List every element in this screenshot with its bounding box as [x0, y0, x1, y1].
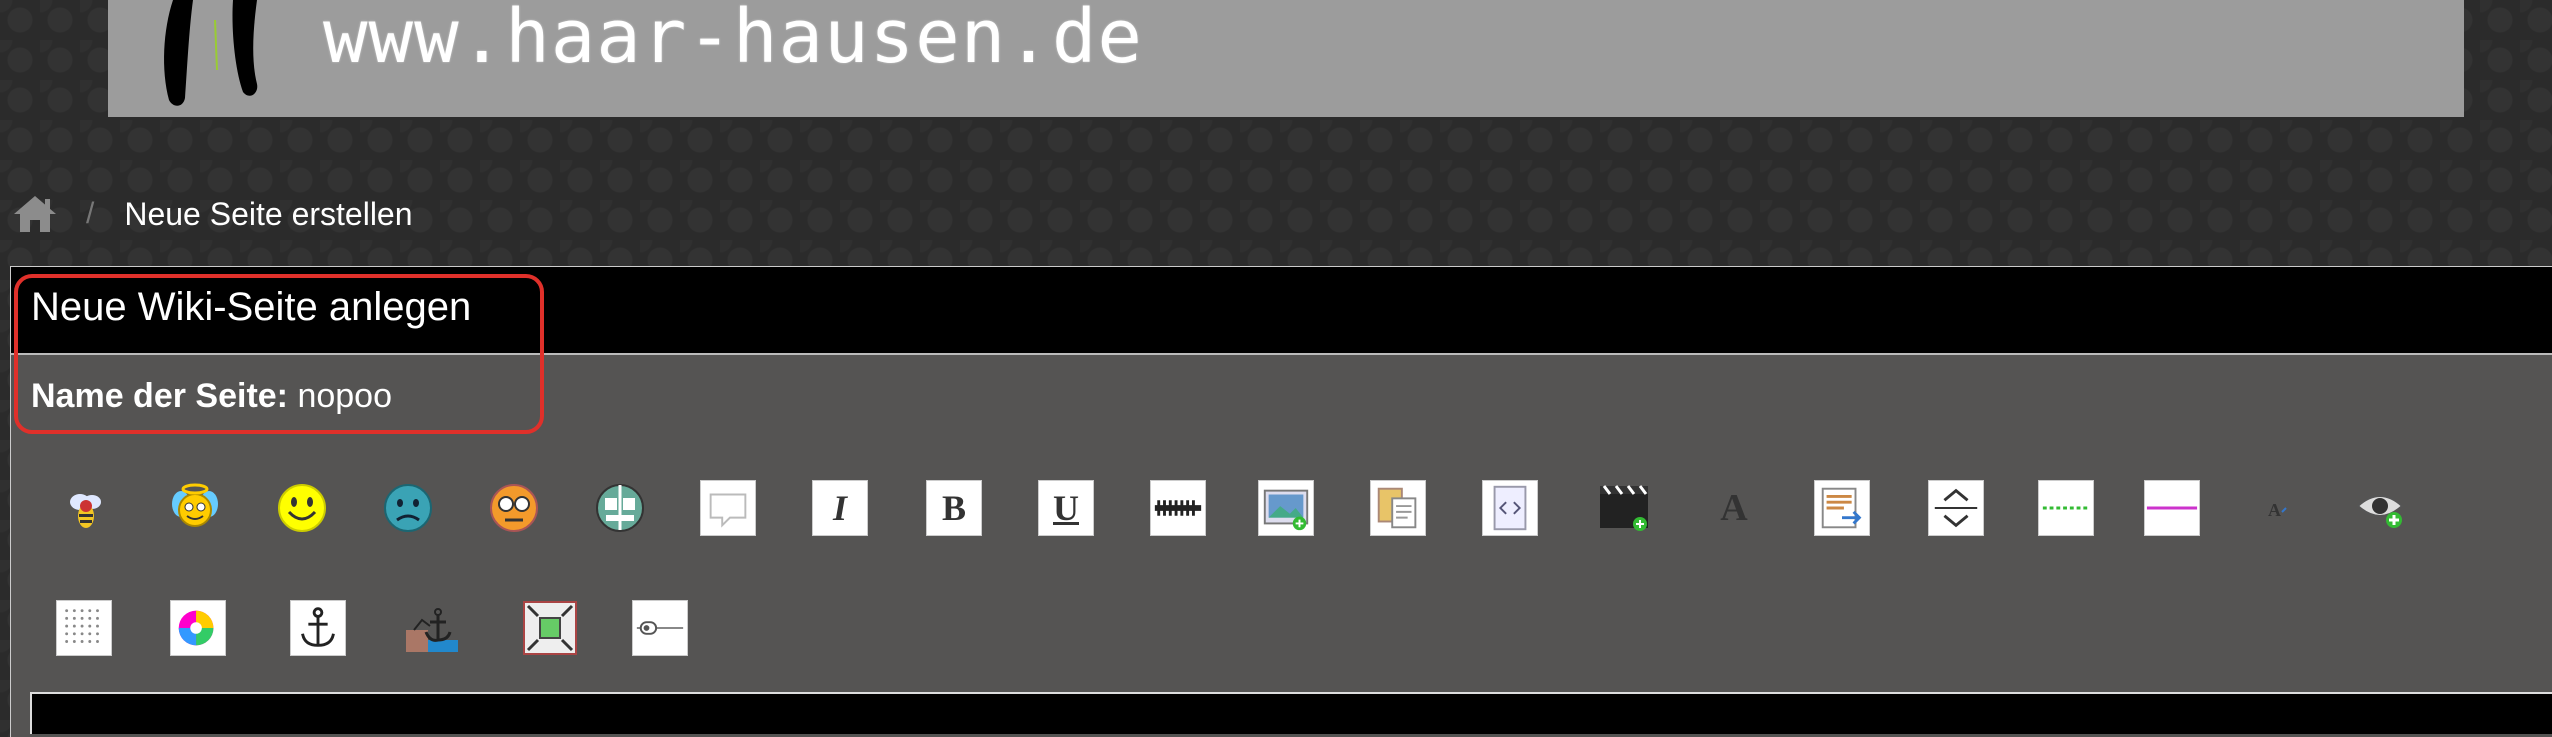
- table-grid-icon[interactable]: [56, 600, 112, 656]
- highlight-box: [14, 274, 544, 434]
- collapse-icon[interactable]: [1928, 480, 1984, 536]
- svg-text:A: A: [2268, 500, 2281, 520]
- crazy-smiley-icon[interactable]: [592, 480, 648, 536]
- breadcrumb-separator: /: [86, 197, 95, 230]
- insert-image-icon[interactable]: [1258, 480, 1314, 536]
- angel-smiley-icon[interactable]: [167, 480, 223, 536]
- preview-eye-icon[interactable]: [2352, 480, 2408, 536]
- code-icon[interactable]: [1482, 480, 1538, 536]
- breadcrumb: / Neue Seite erstellen: [12, 190, 413, 238]
- link-anchor-icon[interactable]: [404, 600, 460, 656]
- slider-icon[interactable]: [632, 600, 688, 656]
- font-glyph: A: [1720, 487, 1748, 529]
- banner-site-url: www.haar-hausen.de: [323, 0, 1143, 80]
- color-picker-icon[interactable]: [170, 600, 226, 656]
- underline-glyph: U: [1053, 488, 1079, 528]
- bold-glyph: B: [941, 488, 966, 528]
- paste-icon[interactable]: [1370, 480, 1426, 536]
- breadcrumb-current: Neue Seite erstellen: [124, 195, 413, 232]
- site-banner[interactable]: www.haar-hausen.de: [108, 0, 2464, 117]
- logo-icon: [164, 0, 258, 106]
- bold-icon[interactable]: B: [926, 480, 982, 536]
- small-font-icon[interactable]: A: [2248, 480, 2304, 536]
- dotted-line-icon[interactable]: [2038, 480, 2094, 536]
- happy-smiley-icon[interactable]: [274, 480, 330, 536]
- italic-glyph: I: [832, 488, 847, 528]
- home-icon[interactable]: [12, 194, 58, 234]
- editor-textarea[interactable]: [30, 692, 2552, 734]
- italic-icon[interactable]: I: [812, 480, 868, 536]
- sad-smiley-icon[interactable]: [380, 480, 436, 536]
- cool-smiley-icon[interactable]: [486, 480, 542, 536]
- underline-icon[interactable]: U: [1038, 480, 1094, 536]
- horizontal-rule-icon[interactable]: [2144, 480, 2200, 536]
- bee-smiley-icon[interactable]: [58, 480, 114, 536]
- strikethrough-icon[interactable]: [1150, 480, 1206, 536]
- text-format-icon[interactable]: [1814, 480, 1870, 536]
- video-icon[interactable]: [1596, 480, 1652, 536]
- anchor-icon[interactable]: [290, 600, 346, 656]
- font-size-icon[interactable]: A: [1706, 480, 1762, 536]
- fullscreen-icon[interactable]: [522, 600, 578, 656]
- speech-bubble-icon[interactable]: [700, 480, 756, 536]
